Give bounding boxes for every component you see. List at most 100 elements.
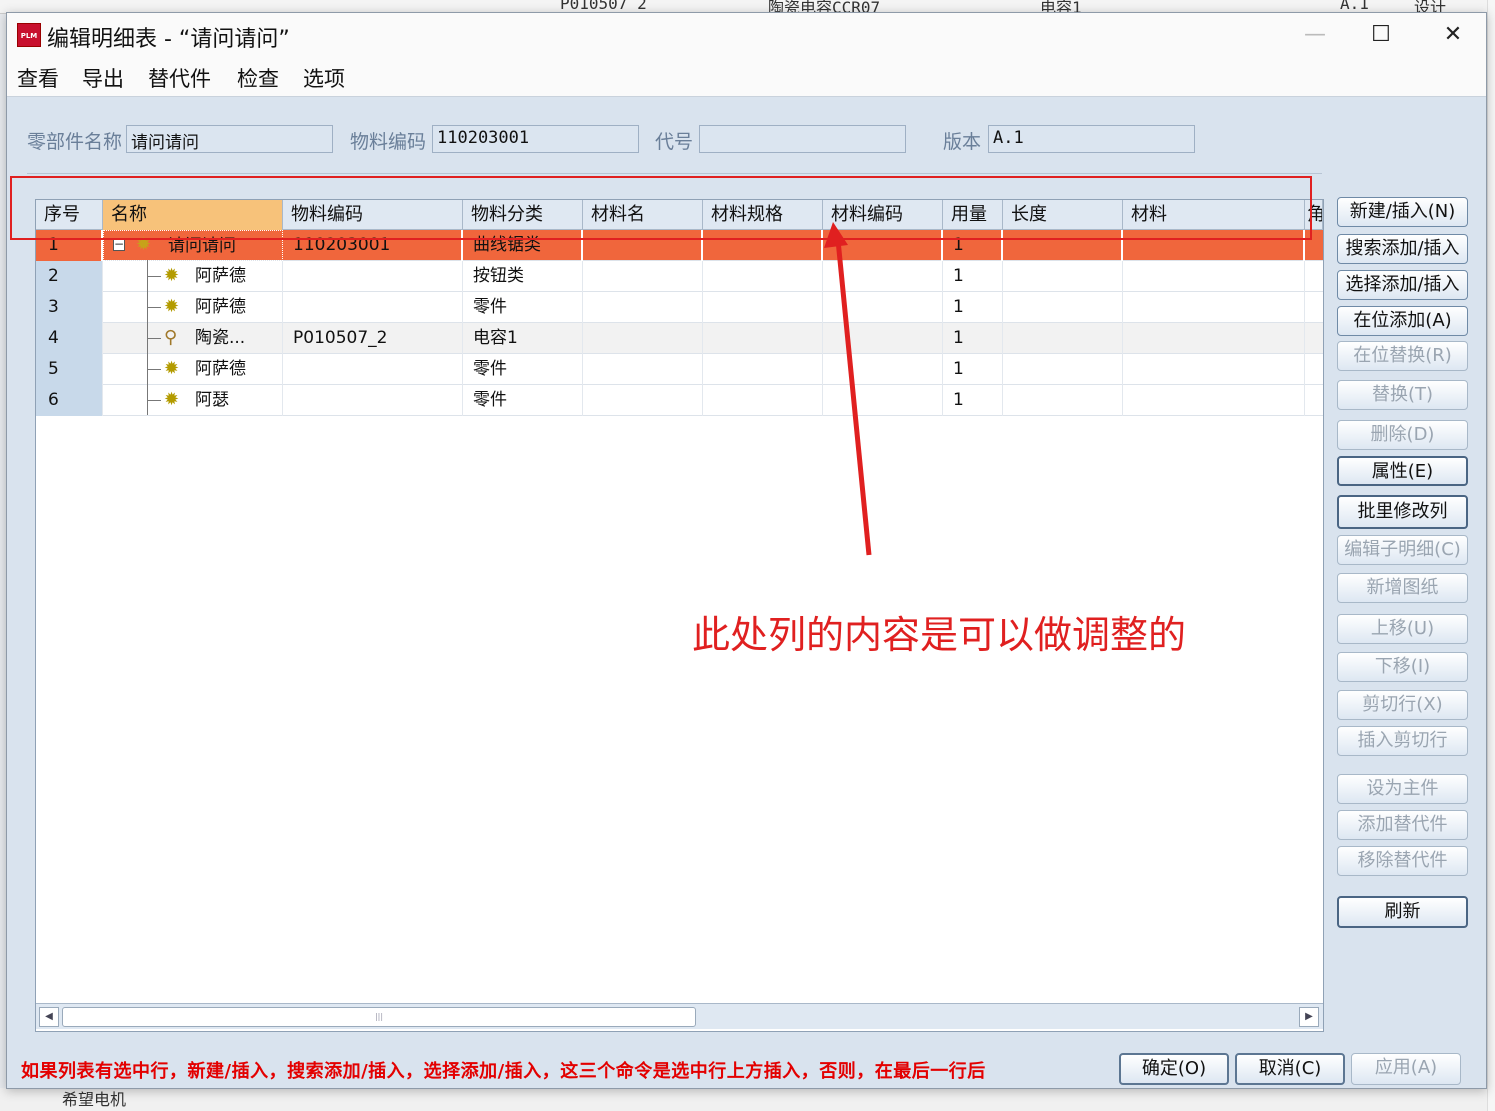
row-length: [1003, 354, 1123, 385]
part-gear-icon: ✹: [164, 265, 180, 286]
row-material-code: [283, 385, 463, 416]
row-material: [1123, 385, 1305, 416]
close-icon[interactable]: ✕: [1425, 19, 1481, 51]
row-material-name: [583, 292, 703, 323]
ok-button[interactable]: 确定(O): [1119, 1053, 1229, 1085]
row-material: [1123, 323, 1305, 354]
row-material-name: [583, 385, 703, 416]
part-gear-icon: ✹: [164, 358, 180, 379]
table-row[interactable]: 4 陶瓷... P010507_2 电容1 1: [36, 323, 1323, 354]
menu-options[interactable]: 选项: [303, 63, 345, 93]
menu-bar: 查看 导出 替代件 检查 选项: [7, 57, 1486, 97]
table-row[interactable]: 6 阿瑟 零件 1: [36, 385, 1323, 416]
new-insert-button[interactable]: 新建/插入(N): [1337, 197, 1468, 227]
in-place-replace-button[interactable]: 在位替换(R): [1337, 341, 1468, 371]
row-length: [1003, 292, 1123, 323]
scroll-thumb[interactable]: |||: [62, 1007, 696, 1027]
background-bottom-strip: 希望电机: [0, 1088, 1495, 1111]
delete-button[interactable]: 删除(D): [1337, 420, 1468, 450]
row-index: 3: [36, 292, 103, 323]
remove-substitute-button[interactable]: 移除替代件: [1337, 846, 1468, 876]
row-quantity: 1: [943, 385, 1003, 416]
refresh-button[interactable]: 刷新: [1337, 896, 1468, 928]
title-bar[interactable]: PLM 编辑明细表 - “请问请问” — ☐ ✕: [7, 13, 1486, 57]
properties-button[interactable]: 属性(E): [1337, 456, 1468, 486]
in-place-add-button[interactable]: 在位添加(A): [1337, 306, 1468, 336]
tree-connector: [147, 338, 161, 339]
version-label: 版本: [943, 131, 982, 153]
insert-cut-row-button[interactable]: 插入剪切行: [1337, 726, 1468, 756]
row-material-code: P010507_2: [283, 323, 463, 354]
maximize-icon[interactable]: ☐: [1353, 19, 1409, 51]
row-material-name: [583, 261, 703, 292]
menu-substitute[interactable]: 替代件: [148, 63, 211, 93]
row-length: [1003, 385, 1123, 416]
part-gear-icon: ✹: [164, 296, 180, 317]
row-material-code: [283, 261, 463, 292]
row-name: 陶瓷...: [103, 323, 283, 354]
horizontal-scrollbar[interactable]: ◀ ||| ▶: [36, 1003, 1323, 1029]
code-field[interactable]: [699, 125, 906, 153]
scroll-right-icon[interactable]: ▶: [1299, 1007, 1319, 1027]
row-quantity: 1: [943, 354, 1003, 385]
part-gear-icon: ✹: [164, 389, 180, 410]
row-material-spec: [703, 261, 823, 292]
row-material-id: [823, 292, 943, 323]
material-code-field[interactable]: 110203001: [432, 125, 639, 153]
row-material: [1123, 261, 1305, 292]
table-row[interactable]: 3 阿萨德 零件 1: [36, 292, 1323, 323]
background-right-strip: [1487, 0, 1495, 1111]
row-material-spec: [703, 323, 823, 354]
row-name: 阿萨德: [103, 261, 283, 292]
add-drawing-button[interactable]: 新增图纸: [1337, 573, 1468, 603]
select-add-insert-button[interactable]: 选择添加/插入: [1337, 270, 1468, 300]
row-category: 零件: [463, 385, 583, 416]
table-row[interactable]: 5 阿萨德 零件 1: [36, 354, 1323, 385]
row-category: 零件: [463, 354, 583, 385]
add-substitute-button[interactable]: 添加替代件: [1337, 810, 1468, 840]
scroll-left-icon[interactable]: ◀: [39, 1007, 59, 1027]
collapse-icon[interactable]: −: [113, 238, 125, 251]
row-material-spec: [703, 292, 823, 323]
insert-hint-text: 如果列表有选中行，新建/插入，搜索添加/插入，选择添加/插入，这三个命令是选中行…: [21, 1061, 986, 1082]
cancel-button[interactable]: 取消(C): [1235, 1053, 1345, 1085]
plm-app-icon: PLM: [17, 23, 41, 47]
minimize-icon[interactable]: —: [1287, 19, 1343, 51]
row-material-id: [823, 385, 943, 416]
table-row[interactable]: 2 阿萨德 按钮类 1: [36, 261, 1323, 292]
tree-connector: [147, 369, 161, 370]
row-index: 4: [36, 323, 103, 354]
row-quantity: 1: [943, 323, 1003, 354]
row-index: 6: [36, 385, 103, 416]
annotation-text: 此处列的内容是可以做调整的: [692, 613, 1187, 657]
replace-button[interactable]: 替换(T): [1337, 380, 1468, 410]
menu-view[interactable]: 查看: [17, 63, 59, 93]
menu-check[interactable]: 检查: [237, 63, 279, 93]
move-up-button[interactable]: 上移(U): [1337, 614, 1468, 644]
tree-connector: [147, 276, 161, 277]
row-index: 5: [36, 354, 103, 385]
tree-connector: [147, 307, 161, 308]
row-index: 2: [36, 261, 103, 292]
menu-export[interactable]: 导出: [82, 63, 124, 93]
divider: [27, 173, 1322, 174]
row-name: 阿萨德: [103, 354, 283, 385]
part-name-field[interactable]: 请问请问: [126, 125, 333, 153]
row-material-id: [823, 354, 943, 385]
move-down-button[interactable]: 下移(I): [1337, 652, 1468, 682]
edit-child-bom-button[interactable]: 编辑子明细(C): [1337, 535, 1468, 565]
apply-button[interactable]: 应用(A): [1351, 1053, 1461, 1085]
row-category: 零件: [463, 292, 583, 323]
code-label: 代号: [655, 131, 694, 153]
row-category: 按钮类: [463, 261, 583, 292]
material-code-label: 物料编码: [350, 131, 427, 153]
version-field[interactable]: A.1: [988, 125, 1195, 153]
row-material-code: [283, 354, 463, 385]
row-quantity: 1: [943, 261, 1003, 292]
search-add-insert-button[interactable]: 搜索添加/插入: [1337, 234, 1468, 264]
set-main-part-button[interactable]: 设为主件: [1337, 774, 1468, 804]
batch-modify-button[interactable]: 批里修改列: [1337, 495, 1468, 529]
capacitor-icon: ⚲: [164, 327, 178, 348]
row-length: [1003, 323, 1123, 354]
cut-row-button[interactable]: 剪切行(X): [1337, 690, 1468, 720]
